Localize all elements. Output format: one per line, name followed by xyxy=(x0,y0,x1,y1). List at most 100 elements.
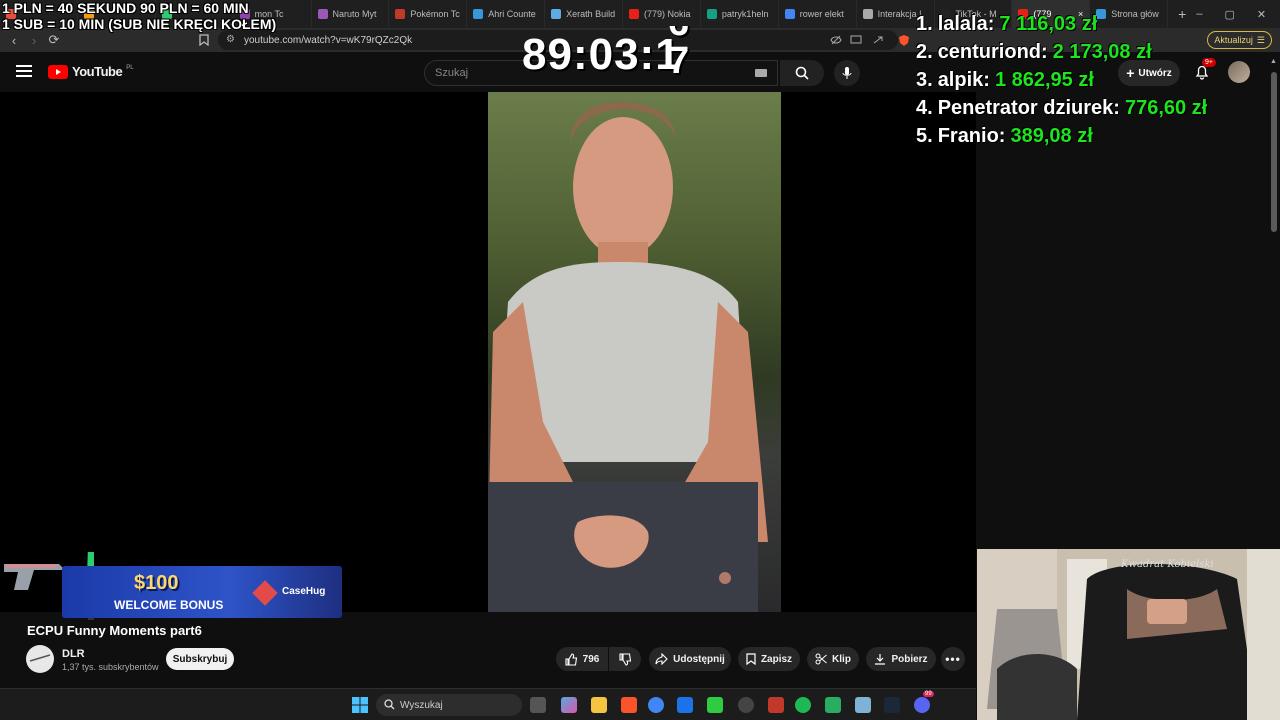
channel-name[interactable]: DLR xyxy=(62,648,85,660)
tab-favicon-icon xyxy=(706,9,717,19)
steam-icon[interactable] xyxy=(884,697,900,713)
leaderboard-name: Franio: xyxy=(937,125,1006,147)
chat-app-icon[interactable] xyxy=(825,697,841,713)
browser-tab[interactable]: rower elekt xyxy=(779,0,857,28)
share-button[interactable]: Udostępnij xyxy=(649,647,731,671)
leaderboard-name: Penetrator dziurek: xyxy=(937,97,1120,119)
leaderboard-row: 5. Franio: 389,08 zł xyxy=(916,122,1207,150)
browser-tab[interactable]: Ahri Counte xyxy=(467,0,546,28)
youtube-logo[interactable]: YouTube PL xyxy=(48,64,134,79)
leaderboard-amount: 2 173,08 zł xyxy=(1052,41,1152,63)
search-icon xyxy=(795,66,809,80)
voice-search-button[interactable] xyxy=(834,60,860,86)
spotify-icon[interactable] xyxy=(795,697,811,713)
leaderboard-amount: 389,08 zł xyxy=(1010,125,1093,147)
video-frame[interactable] xyxy=(488,92,781,612)
download-icon xyxy=(875,654,886,665)
site-info-icon[interactable]: ⚙ xyxy=(226,34,235,45)
search-icon xyxy=(384,699,395,710)
keyboard-icon[interactable] xyxy=(755,69,767,77)
hamburger-menu-icon[interactable] xyxy=(16,64,32,78)
back-icon[interactable]: ‹ xyxy=(4,30,24,50)
leaderboard-row: 2. centuriond: 2 173,08 zł xyxy=(916,38,1207,66)
obs-icon[interactable] xyxy=(738,697,754,713)
browser-tab[interactable]: Xerath Build xyxy=(545,0,623,28)
discord-badge: 99 xyxy=(923,691,934,697)
leaderboard-row: 1. lalala: 7 116,03 zł xyxy=(916,10,1207,38)
donation-leaderboard: 1. lalala: 7 116,03 zł 2. centuriond: 2 173,0… xyxy=(916,10,1207,150)
dislike-button[interactable] xyxy=(609,647,641,671)
bookmark-icon xyxy=(746,653,756,665)
page-scrollbar[interactable]: ▲ xyxy=(1270,58,1278,238)
chrome-icon[interactable] xyxy=(648,697,664,713)
video-person-image xyxy=(488,102,768,612)
leaderboard-name: centuriond: xyxy=(937,41,1048,63)
tab-label: Interakcja | xyxy=(877,9,922,19)
tab-label: Xerath Build xyxy=(566,9,616,19)
forward-icon[interactable]: › xyxy=(24,30,44,50)
webcam-shirt-text: Kwadrat Kobielski xyxy=(1121,559,1214,570)
razer-icon[interactable] xyxy=(707,697,723,713)
download-button[interactable]: Pobierz xyxy=(866,647,936,671)
thumbs-down-icon xyxy=(618,652,631,666)
subscribe-button[interactable]: Subskrybuj xyxy=(166,648,234,670)
ad-brand: CaseHug xyxy=(282,586,326,597)
browser-tab[interactable]: Pokémon Tc xyxy=(389,0,468,28)
more-actions-button[interactable]: ••• xyxy=(941,647,965,671)
scrollbar-thumb[interactable] xyxy=(1271,72,1277,232)
avatar[interactable] xyxy=(1228,61,1250,83)
like-button[interactable]: 796 xyxy=(556,647,608,671)
windows-start-icon[interactable] xyxy=(352,697,368,713)
thumbs-up-icon xyxy=(565,652,577,666)
save-label: Zapisz xyxy=(760,653,793,665)
windows-taskbar: Wyszukaj 99 xyxy=(0,688,976,720)
browser-tab[interactable]: (779) Nokia xyxy=(623,0,701,28)
leaderboard-name: alpik: xyxy=(937,69,990,91)
microphone-icon xyxy=(842,67,852,79)
task-view-icon[interactable] xyxy=(530,697,546,713)
leaderboard-rank: 3. xyxy=(916,69,933,91)
timer-digit-incoming: 7 xyxy=(668,40,690,82)
donation-rule-line: 1 PLN = 40 SEKUND 90 PLN = 60 MIN xyxy=(2,0,249,16)
browser-tab[interactable]: patryk1heln xyxy=(701,0,779,28)
tab-label: (779) Nokia xyxy=(644,9,691,19)
channel-subscriber-count: 1,37 tys. subskrybentów xyxy=(62,662,159,672)
notepad-icon[interactable] xyxy=(855,697,871,713)
tab-label: rower elekt xyxy=(799,9,844,19)
bookmark-icon[interactable] xyxy=(194,30,214,50)
browser-tab[interactable]: Naruto Myt xyxy=(312,0,390,28)
reload-icon[interactable]: ⟳ xyxy=(44,30,64,50)
leaderboard-row: 4. Penetrator dziurek: 776,60 zł xyxy=(916,94,1207,122)
video-player[interactable] xyxy=(0,92,976,612)
timer-rolling-digit: 6 7 xyxy=(668,26,698,92)
share-arrow-icon xyxy=(655,653,668,665)
tab-favicon-icon xyxy=(862,9,873,19)
file-explorer-icon[interactable] xyxy=(591,697,607,713)
channel-avatar[interactable] xyxy=(26,645,54,673)
cast-icon[interactable] xyxy=(846,30,866,50)
brave-beta-icon[interactable] xyxy=(768,697,784,713)
eye-off-icon[interactable] xyxy=(826,30,846,50)
maximize-window-icon[interactable]: ▢ xyxy=(1224,8,1234,21)
tab-label: Ahri Counte xyxy=(488,9,536,19)
discord-icon[interactable]: 99 xyxy=(914,691,934,713)
brave-browser-icon[interactable] xyxy=(621,697,637,713)
search-button[interactable] xyxy=(780,60,824,86)
copilot-icon[interactable] xyxy=(561,697,577,713)
streamer-webcam: Kwadrat Kobielski xyxy=(977,549,1280,720)
scroll-up-icon[interactable]: ▲ xyxy=(1270,58,1278,68)
url-text: youtube.com/watch?v=wK79rQZc2Qk xyxy=(244,34,413,46)
scissors-icon xyxy=(815,653,827,665)
donation-rules: 1 PLN = 40 SEKUND 90 PLN = 60 MIN 1 SUB … xyxy=(2,0,276,32)
share-icon[interactable] xyxy=(868,30,888,50)
taskbar-search-input[interactable]: Wyszukaj xyxy=(376,694,522,716)
casehug-ad-banner[interactable]: $100 WELCOME BONUS CaseHug xyxy=(62,566,342,618)
more-horizontal-icon: ••• xyxy=(945,652,961,666)
update-button[interactable]: Aktualizuj ☰ xyxy=(1207,31,1272,49)
clip-button[interactable]: Klip xyxy=(807,647,859,671)
brave-shield-icon[interactable] xyxy=(894,30,914,50)
store-icon[interactable] xyxy=(677,697,693,713)
leaderboard-amount: 776,60 zł xyxy=(1124,97,1208,119)
close-window-icon[interactable]: ✕ xyxy=(1257,8,1266,21)
save-button[interactable]: Zapisz xyxy=(738,647,800,671)
